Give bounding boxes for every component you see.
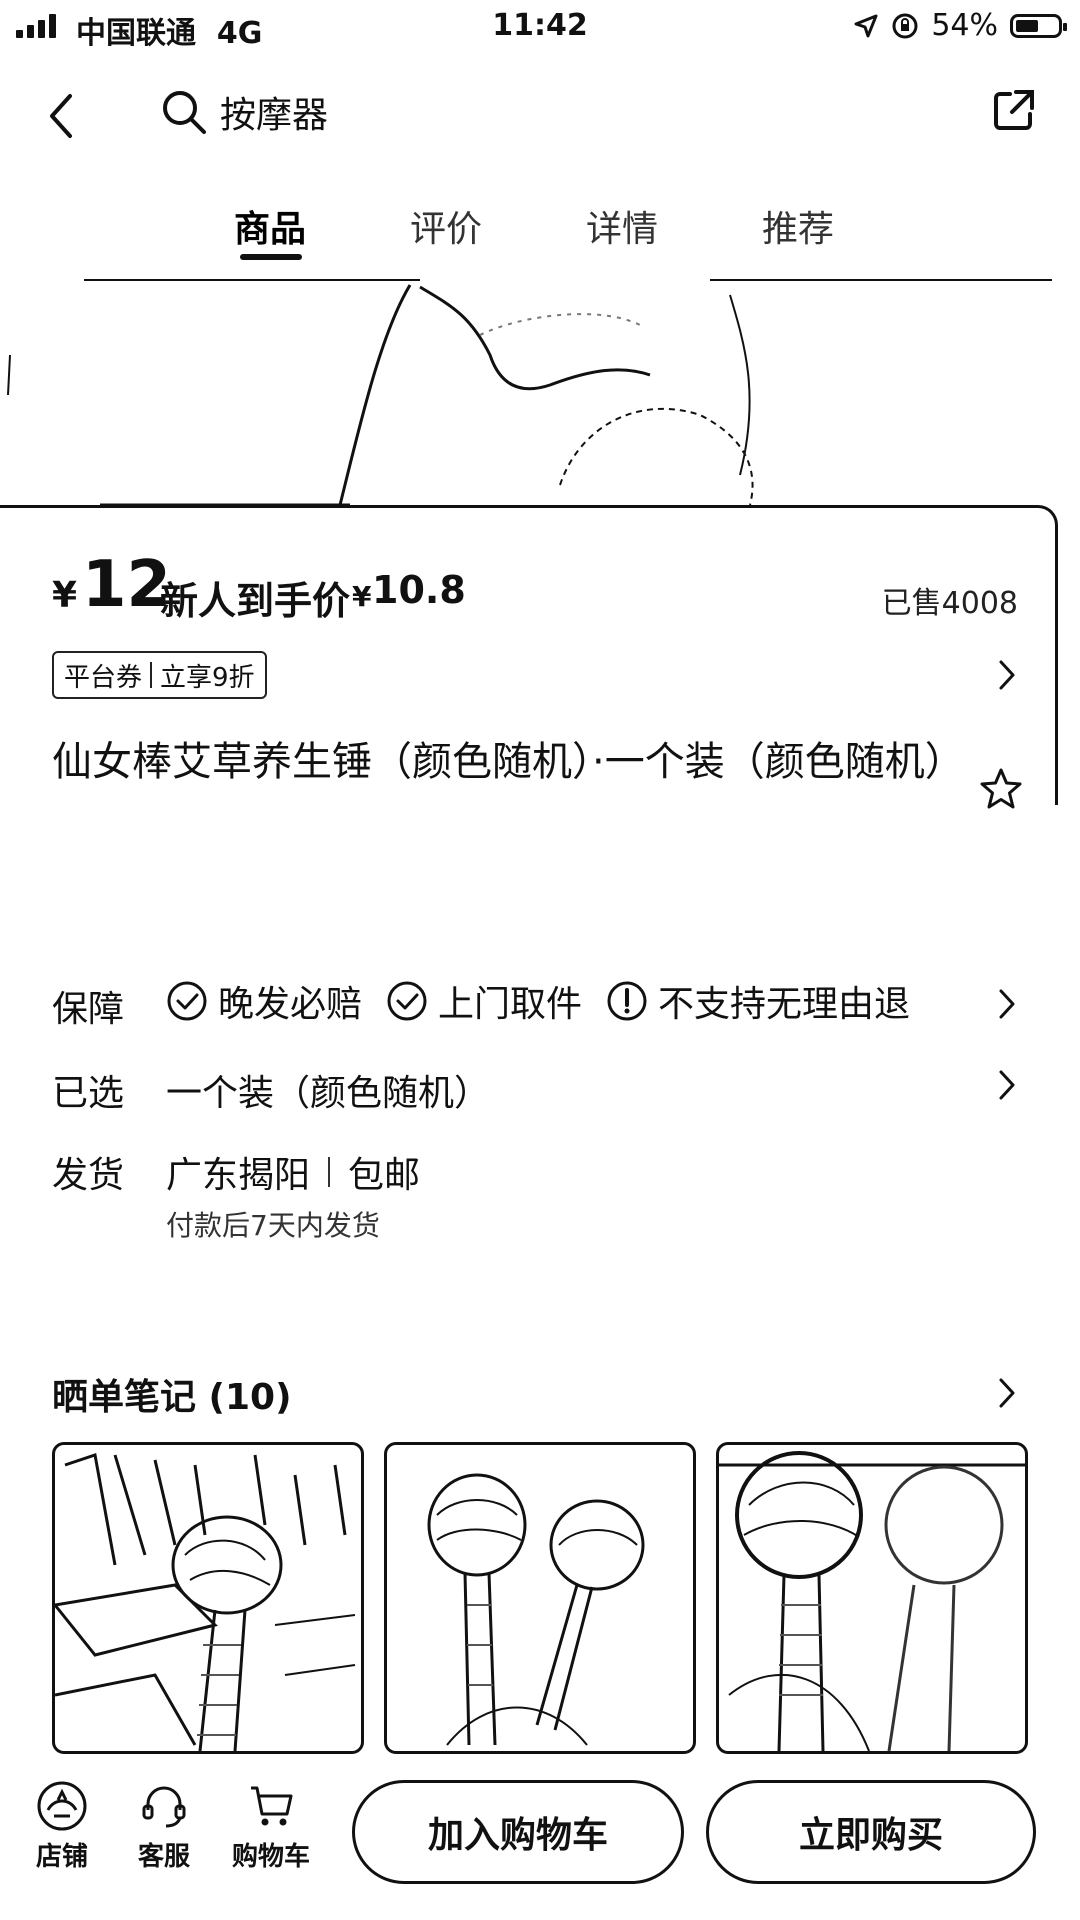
note-photo[interactable] xyxy=(716,1442,1028,1754)
tab-recommend[interactable]: 推荐 xyxy=(762,200,834,252)
coupon-chevron-right-icon[interactable] xyxy=(996,658,1018,692)
note-photo[interactable] xyxy=(52,1442,364,1754)
coupon-type: 平台券 xyxy=(64,662,143,693)
product-image[interactable] xyxy=(0,275,1080,535)
headset-icon xyxy=(142,1786,186,1828)
tab-goods[interactable]: 商品 xyxy=(234,200,306,252)
customer-service-button[interactable]: 客服 xyxy=(124,1780,204,1873)
tab-active-indicator xyxy=(240,254,302,260)
selected-variant[interactable]: 一个装（颜色随机） xyxy=(166,1064,490,1116)
note-photo-sketch xyxy=(427,1473,645,1746)
note-photo-sketch xyxy=(719,1451,1025,1751)
check-circle-icon xyxy=(387,981,427,1021)
exclamation-circle-icon xyxy=(607,981,647,1021)
newuser-currency: ¥ xyxy=(352,580,372,613)
battery-fill xyxy=(1016,19,1038,32)
selected-label: 已选 xyxy=(52,1073,125,1114)
coupon-discount: 立享9折 xyxy=(160,662,255,693)
battery-percent: 54% xyxy=(931,8,998,43)
status-right: 54% xyxy=(853,8,1067,43)
shipping-divider xyxy=(328,1157,331,1187)
notes-section-title[interactable]: 晒单笔记 (10) xyxy=(52,1368,292,1420)
sold-count: 已售4008 xyxy=(881,586,1018,621)
note-photo-sketch xyxy=(55,1453,356,1751)
note-photo[interactable] xyxy=(384,1442,696,1754)
cart-button[interactable]: 购物车 xyxy=(226,1780,316,1873)
guarantee-text: 不支持无理由退 xyxy=(658,984,911,1025)
location-arrow-icon xyxy=(854,14,878,37)
guarantee-item: 上门取件 xyxy=(386,975,582,1027)
customer-service-label: 客服 xyxy=(137,1842,190,1872)
guarantee-text: 晚发必赔 xyxy=(218,984,363,1025)
shop-avatar-icon xyxy=(37,1781,87,1831)
price-value: 12 xyxy=(82,548,172,622)
shop-button[interactable]: 店铺 xyxy=(22,1780,102,1873)
platform-coupon-badge[interactable]: 平台券 立享9折 xyxy=(52,651,267,699)
guarantee-item: 不支持无理由退 xyxy=(606,975,910,1027)
guarantee-label: 保障 xyxy=(52,989,125,1030)
price-currency: ¥ xyxy=(52,575,78,616)
guarantee-row[interactable]: 晚发必赔 上门取件 不支持无理由退 xyxy=(166,975,926,1027)
favorite-star-icon[interactable] xyxy=(978,766,1024,812)
back-arrow-icon[interactable] xyxy=(40,88,80,144)
check-circle-icon xyxy=(167,981,207,1021)
add-to-cart-button[interactable]: 加入购物车 xyxy=(352,1780,684,1884)
buy-now-button[interactable]: 立即购买 xyxy=(706,1780,1036,1884)
cart-icon xyxy=(251,1786,293,1826)
shipping-info: 广东揭阳 包邮 xyxy=(166,1146,420,1198)
tab-details[interactable]: 详情 xyxy=(586,200,658,252)
tab-reviews[interactable]: 评价 xyxy=(410,200,482,252)
guarantee-chevron-right-icon[interactable] xyxy=(996,987,1018,1021)
coupon-divider xyxy=(150,662,153,688)
newuser-price-value: 10.8 xyxy=(372,568,466,612)
battery-icon xyxy=(1010,13,1067,38)
shipping-fee: 包邮 xyxy=(348,1155,421,1196)
status-bar: 中国联通 4G 11:42 54% xyxy=(0,0,1080,56)
selected-chevron-right-icon[interactable] xyxy=(996,1068,1018,1102)
search-query[interactable]: 按摩器 xyxy=(220,86,328,138)
product-title: 仙女棒艾草养生锤（颜色随机）·一个装（颜色随机） xyxy=(52,739,965,785)
share-icon[interactable] xyxy=(990,86,1038,134)
orientation-lock-icon xyxy=(892,13,918,38)
cart-label: 购物车 xyxy=(231,1842,310,1872)
search-icon[interactable] xyxy=(160,88,208,136)
shipping-label: 发货 xyxy=(52,1155,125,1196)
notes-chevron-right-icon[interactable] xyxy=(996,1376,1018,1410)
shop-label: 店铺 xyxy=(35,1842,88,1872)
shipping-note: 付款后7天内发货 xyxy=(166,1209,380,1242)
guarantee-item: 晚发必赔 xyxy=(166,975,362,1027)
guarantee-text: 上门取件 xyxy=(438,984,583,1025)
shipping-origin: 广东揭阳 xyxy=(166,1155,311,1196)
newuser-price-label: 新人到手价 xyxy=(160,579,351,623)
